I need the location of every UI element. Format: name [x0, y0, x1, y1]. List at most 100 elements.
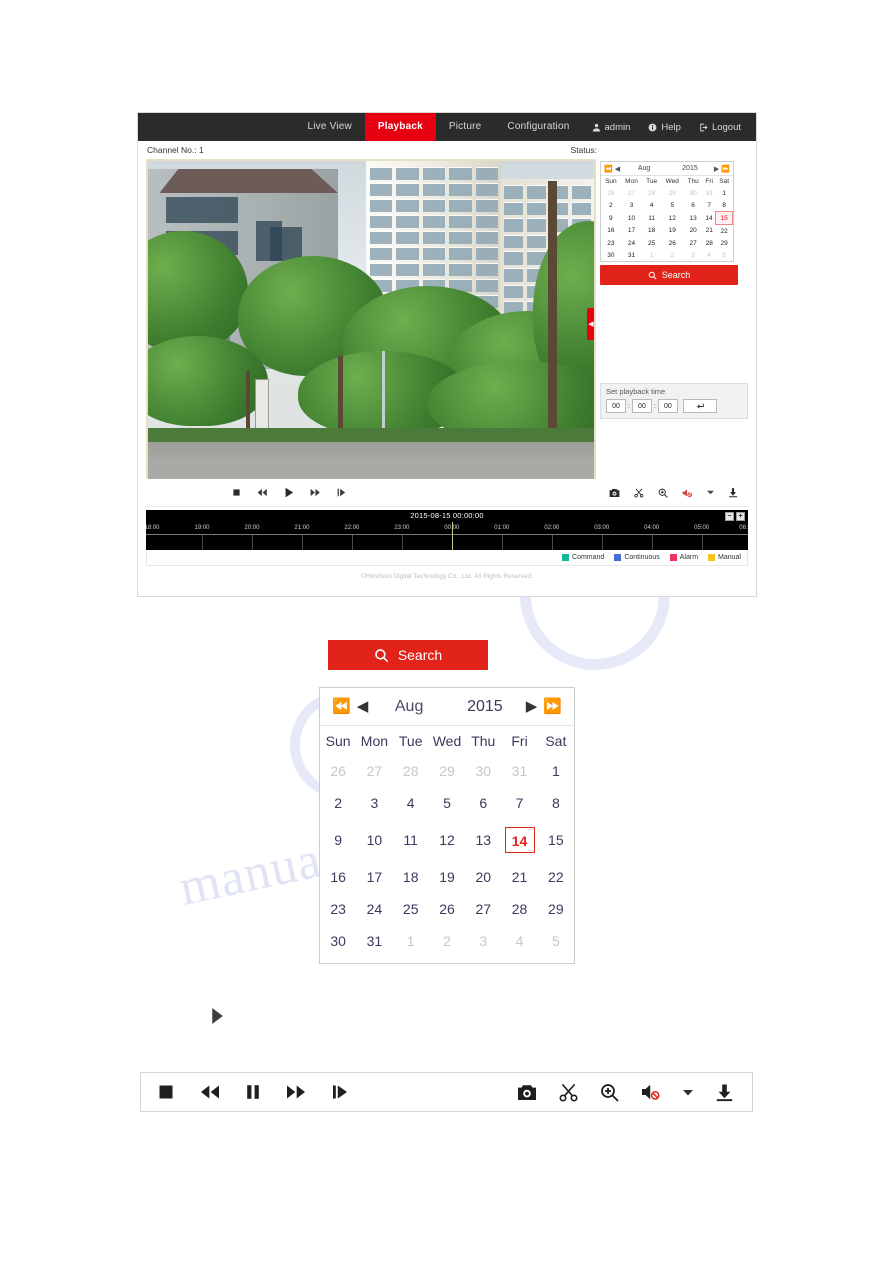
- day-cell[interactable]: 10: [356, 819, 392, 861]
- day-cell[interactable]: 14: [703, 212, 716, 225]
- day-cell[interactable]: 7: [703, 199, 716, 212]
- day-cell[interactable]: 26: [601, 187, 621, 199]
- right-icon[interactable]: ▶: [526, 699, 538, 714]
- reverse-button[interactable]: [200, 1084, 220, 1100]
- day-cell[interactable]: 1: [716, 187, 733, 199]
- fast-forward-button[interactable]: [310, 488, 321, 497]
- calendar-large-month[interactable]: Aug: [374, 698, 444, 716]
- day-cell[interactable]: 23: [320, 893, 356, 925]
- day-cell[interactable]: 8: [716, 199, 733, 212]
- day-cell[interactable]: 29: [429, 755, 465, 787]
- day-cell[interactable]: 1: [538, 755, 574, 787]
- playback-minutes-input[interactable]: 00: [631, 399, 652, 413]
- calendar-small-year[interactable]: 2015: [668, 165, 712, 172]
- day-cell[interactable]: 30: [320, 925, 356, 957]
- day-cell[interactable]: 19: [429, 861, 465, 893]
- pause-button[interactable]: [246, 1084, 260, 1100]
- day-cell[interactable]: 27: [465, 893, 501, 925]
- timeline-zoom-in-button[interactable]: +: [736, 512, 745, 521]
- day-cell-selected[interactable]: 15: [715, 211, 733, 225]
- day-cell[interactable]: 2: [661, 249, 684, 261]
- double-right-icon[interactable]: ⏩: [721, 165, 730, 173]
- day-cell[interactable]: 4: [393, 787, 429, 819]
- day-cell[interactable]: 5: [538, 925, 574, 957]
- day-cell[interactable]: 31: [621, 249, 643, 261]
- nav-item-live-view[interactable]: Live View: [295, 113, 365, 141]
- search-button-large[interactable]: Search: [328, 640, 488, 670]
- day-cell[interactable]: 20: [684, 225, 703, 238]
- day-cell[interactable]: 21: [501, 861, 537, 893]
- day-cell[interactable]: 12: [661, 212, 684, 225]
- playback-timeline[interactable]: 2015-08-15 00:00:00 18:00 19:00 20:00 21…: [146, 510, 748, 550]
- day-cell[interactable]: 2: [429, 925, 465, 957]
- day-cell[interactable]: 11: [393, 819, 429, 861]
- nav-item-playback[interactable]: Playback: [364, 113, 436, 141]
- timeline-zoom-out-button[interactable]: −: [725, 512, 734, 521]
- day-cell[interactable]: 27: [356, 755, 392, 787]
- day-cell[interactable]: 1: [393, 925, 429, 957]
- day-cell[interactable]: 28: [501, 893, 537, 925]
- download-button[interactable]: [728, 487, 738, 498]
- clip-button[interactable]: [634, 488, 644, 498]
- playback-time-submit-button[interactable]: [682, 399, 717, 413]
- day-cell[interactable]: 31: [703, 187, 716, 199]
- stop-button[interactable]: [158, 1084, 174, 1100]
- day-cell[interactable]: 1: [642, 249, 661, 261]
- day-cell[interactable]: 3: [684, 249, 703, 261]
- day-cell[interactable]: 20: [465, 861, 501, 893]
- fast-forward-button[interactable]: [286, 1084, 306, 1100]
- day-cell[interactable]: 29: [716, 237, 733, 249]
- calendar-small[interactable]: ⏪ ◀ Aug 2015 ▶ ⏩ Sun Mon Tue Wed Thu Fri…: [600, 161, 734, 262]
- day-cell[interactable]: 28: [393, 755, 429, 787]
- day-cell[interactable]: 18: [642, 225, 661, 238]
- day-cell[interactable]: 28: [642, 187, 661, 199]
- audio-button[interactable]: [641, 1083, 661, 1101]
- day-cell[interactable]: 29: [661, 187, 684, 199]
- day-cell[interactable]: 18: [393, 861, 429, 893]
- audio-dropdown[interactable]: [683, 1089, 693, 1096]
- day-cell[interactable]: 22: [538, 861, 574, 893]
- day-cell[interactable]: 9: [601, 212, 621, 225]
- double-left-icon[interactable]: ⏪: [604, 165, 613, 173]
- day-cell[interactable]: 26: [429, 893, 465, 925]
- day-cell[interactable]: 13: [465, 819, 501, 861]
- video-viewport[interactable]: ◀: [146, 159, 596, 484]
- day-cell[interactable]: 24: [356, 893, 392, 925]
- calendar-large-year[interactable]: 2015: [450, 698, 520, 716]
- day-cell[interactable]: 16: [320, 861, 356, 893]
- digital-zoom-button[interactable]: [600, 1083, 619, 1102]
- play-icon-standalone[interactable]: [210, 1007, 225, 1030]
- day-cell[interactable]: 17: [621, 225, 643, 238]
- day-cell[interactable]: 2: [320, 787, 356, 819]
- audio-dropdown[interactable]: [707, 490, 714, 495]
- day-cell[interactable]: 24: [621, 237, 643, 249]
- day-cell[interactable]: 4: [501, 925, 537, 957]
- day-cell[interactable]: 2: [601, 199, 621, 212]
- day-cell[interactable]: 17: [356, 861, 392, 893]
- day-cell[interactable]: 6: [684, 199, 703, 212]
- day-cell[interactable]: 5: [429, 787, 465, 819]
- day-cell[interactable]: 28: [703, 237, 716, 249]
- playback-seconds-input[interactable]: 00: [657, 399, 678, 413]
- day-cell[interactable]: 23: [601, 237, 621, 249]
- day-cell[interactable]: 3: [621, 199, 643, 212]
- day-cell[interactable]: 30: [465, 755, 501, 787]
- day-cell[interactable]: 30: [684, 187, 703, 199]
- clip-button[interactable]: [559, 1083, 578, 1102]
- day-cell[interactable]: 8: [538, 787, 574, 819]
- nav-item-configuration[interactable]: Configuration: [494, 113, 582, 141]
- day-cell[interactable]: 7: [501, 787, 537, 819]
- day-cell[interactable]: 4: [703, 249, 716, 261]
- day-cell[interactable]: 31: [501, 755, 537, 787]
- day-cell[interactable]: 3: [356, 787, 392, 819]
- day-cell[interactable]: 16: [601, 225, 621, 238]
- day-cell[interactable]: 5: [716, 249, 733, 261]
- logout-link[interactable]: Logout: [690, 113, 750, 141]
- day-cell[interactable]: 10: [621, 212, 643, 225]
- day-cell[interactable]: 26: [320, 755, 356, 787]
- playback-hours-input[interactable]: 00: [606, 399, 626, 413]
- double-left-icon[interactable]: ⏪: [332, 699, 351, 714]
- calendar-large[interactable]: ⏪ ◀ Aug 2015 ▶ ⏩ Sun Mon Tue Wed Thu Fri…: [319, 687, 575, 964]
- single-frame-button[interactable]: [332, 1084, 350, 1100]
- day-cell[interactable]: 30: [601, 249, 621, 261]
